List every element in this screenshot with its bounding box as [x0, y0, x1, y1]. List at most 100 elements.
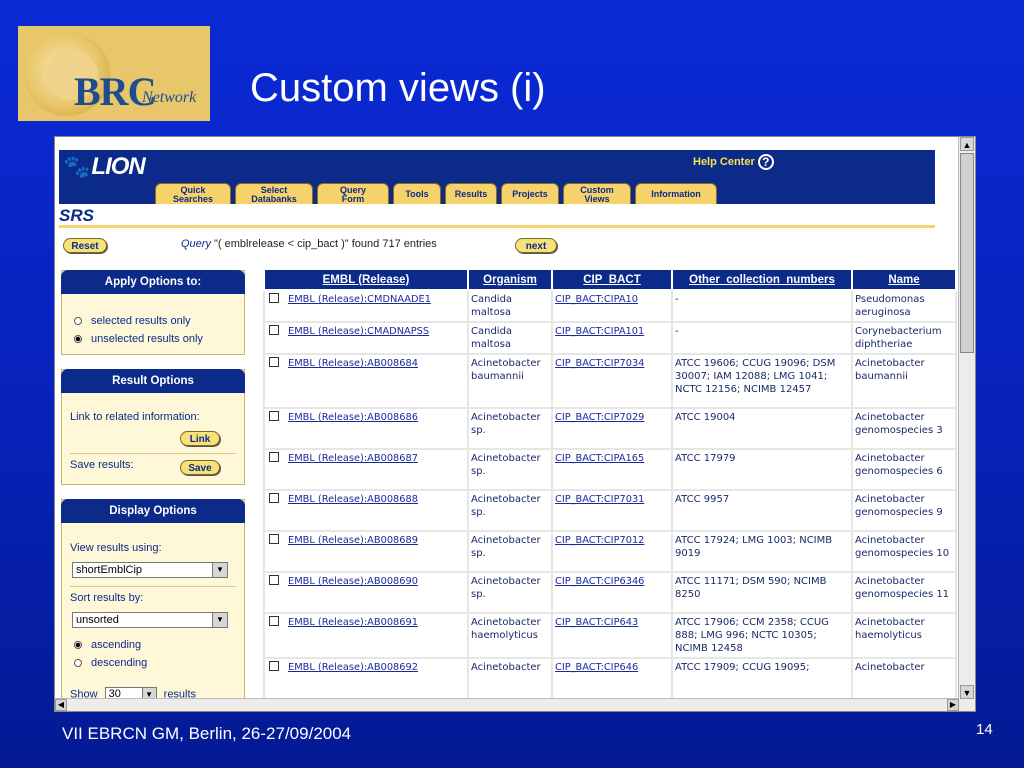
radio-selected-only[interactable]: selected results only	[74, 315, 191, 327]
col-header-embl[interactable]: EMBL (Release)	[263, 268, 469, 291]
name-cell: Acinetobacter haemolyticus	[851, 612, 957, 659]
tab-quick-searches[interactable]: Quick Searches	[155, 183, 231, 204]
cip-bact-link[interactable]: CIP_BACT:CIP7029	[555, 412, 644, 423]
cip-bact-link[interactable]: CIP_BACT:CIP6346	[555, 576, 644, 587]
tab-select-databanks[interactable]: Select Databanks	[235, 183, 313, 204]
other-collection-cell: ATCC 17924; LMG 1003; NCIMB 9019	[671, 530, 853, 573]
tab-information[interactable]: Information	[635, 183, 717, 204]
dropdown-arrow-icon[interactable]: ▼	[212, 563, 227, 577]
embl-cell: EMBL (Release):AB008687	[263, 448, 469, 491]
embl-link[interactable]: EMBL (Release):AB008684	[288, 358, 418, 369]
row-checkbox[interactable]	[269, 661, 279, 671]
scroll-left-icon[interactable]: ◀	[55, 699, 67, 711]
col-header-other-collection[interactable]: Other_collection_numbers	[671, 268, 853, 291]
tab-tools[interactable]: Tools	[393, 183, 441, 204]
radio-ascending[interactable]: ascending	[74, 639, 141, 651]
reset-button[interactable]: Reset	[63, 238, 107, 253]
col-header-name[interactable]: Name	[851, 268, 957, 291]
dropdown-arrow-icon[interactable]: ▼	[212, 613, 227, 627]
radio-checked-icon[interactable]	[74, 641, 82, 650]
row-checkbox[interactable]	[269, 325, 279, 335]
cip-bact-cell: CIP_BACT:CIPA10	[551, 289, 673, 323]
tab-projects[interactable]: Projects	[501, 183, 559, 204]
cip-bact-link[interactable]: CIP_BACT:CIPA10	[555, 294, 638, 305]
tab-results[interactable]: Results	[445, 183, 497, 204]
col-header-organism[interactable]: Organism	[467, 268, 553, 291]
row-checkbox[interactable]	[269, 411, 279, 421]
table-row: EMBL (Release):AB008689 Acinetobacter sp.…	[263, 530, 957, 573]
other-collection-cell: ATCC 19606; CCUG 19096; DSM 30007; IAM 1…	[671, 353, 853, 409]
help-question-icon[interactable]: ?	[757, 154, 774, 170]
cip-bact-cell: CIP_BACT:CIP643	[551, 612, 673, 659]
slide-footer: VII EBRCN GM, Berlin, 26-27/09/2004	[62, 724, 352, 743]
save-button[interactable]: Save	[180, 460, 220, 475]
embl-link[interactable]: EMBL (Release):AB008687	[288, 453, 418, 464]
other-collection-cell: ATCC 17909; CCUG 19095;	[671, 657, 853, 700]
row-checkbox[interactable]	[269, 493, 279, 503]
cip-bact-link[interactable]: CIP_BACT:CIP7034	[555, 358, 644, 369]
lion-header-bar: 🐾LION Help Center? Quick Searches Select D…	[59, 150, 935, 204]
query-summary: Query "( emblrelease < cip_bact )" found…	[181, 238, 437, 250]
scroll-down-icon[interactable]: ▼	[960, 685, 974, 699]
organism-cell: Acinetobacter	[467, 657, 553, 700]
other-collection-cell: ATCC 9957	[671, 489, 853, 532]
scroll-thumb[interactable]	[960, 153, 974, 353]
embl-link[interactable]: EMBL (Release):CMDNAADE1	[288, 294, 431, 305]
radio-checked-icon[interactable]	[74, 335, 82, 344]
cip-bact-cell: CIP_BACT:CIPA165	[551, 448, 673, 491]
cip-bact-link[interactable]: CIP_BACT:CIPA165	[555, 453, 644, 464]
result-options-panel: Result Options Link to related informati…	[61, 369, 245, 485]
other-collection-cell: ATCC 11171; DSM 590; NCIMB 8250	[671, 571, 853, 614]
help-center-link[interactable]: Help Center?	[693, 154, 774, 170]
row-checkbox[interactable]	[269, 575, 279, 585]
table-row: EMBL (Release):AB008688 Acinetobacter sp.…	[263, 489, 957, 532]
organism-cell: Acinetobacter sp.	[467, 530, 553, 573]
name-cell: Acinetobacter baumannii	[851, 353, 957, 409]
cip-bact-link[interactable]: CIP_BACT:CIP643	[555, 617, 638, 628]
embl-link[interactable]: EMBL (Release):CMADNAPSS	[288, 326, 429, 337]
view-results-label: View results using:	[70, 542, 162, 554]
table-row: EMBL (Release):AB008692 Acinetobacter CIP_…	[263, 657, 957, 700]
row-checkbox[interactable]	[269, 534, 279, 544]
vertical-scrollbar[interactable]: ▲ ▼	[958, 137, 975, 711]
col-header-cip-bact[interactable]: CIP_BACT	[551, 268, 673, 291]
row-checkbox[interactable]	[269, 357, 279, 367]
brc-network-logo: BRC Network	[18, 26, 210, 121]
organism-cell: Acinetobacter sp.	[467, 489, 553, 532]
tab-query-form[interactable]: Query Form	[317, 183, 389, 204]
cip-bact-link[interactable]: CIP_BACT:CIP7012	[555, 535, 644, 546]
embl-link[interactable]: EMBL (Release):AB008686	[288, 412, 418, 423]
radio-unselected-only[interactable]: unselected results only	[74, 333, 203, 345]
embl-cell: EMBL (Release):AB008688	[263, 489, 469, 532]
embl-cell: EMBL (Release):AB008691	[263, 612, 469, 659]
embl-link[interactable]: EMBL (Release):AB008692	[288, 662, 418, 673]
sort-results-select[interactable]: unsorted ▼	[72, 612, 228, 628]
view-results-select[interactable]: shortEmblCip ▼	[72, 562, 228, 578]
embl-link[interactable]: EMBL (Release):AB008688	[288, 494, 418, 505]
embl-link[interactable]: EMBL (Release):AB008691	[288, 617, 418, 628]
cip-bact-link[interactable]: CIP_BACT:CIP7031	[555, 494, 644, 505]
table-row: EMBL (Release):CMADNAPSS Candida maltosa C…	[263, 321, 957, 355]
slide-page-number: 14	[976, 721, 993, 738]
table-row: EMBL (Release):CMDNAADE1 Candida maltosa C…	[263, 289, 957, 323]
radio-icon[interactable]	[74, 659, 82, 668]
embl-link[interactable]: EMBL (Release):AB008690	[288, 576, 418, 587]
radio-icon[interactable]	[74, 317, 82, 326]
tab-custom-views[interactable]: Custom Views	[563, 183, 631, 204]
name-cell: Acinetobacter genomospecies 6	[851, 448, 957, 491]
horizontal-scrollbar[interactable]: ◀ ▶	[55, 698, 959, 711]
embl-link[interactable]: EMBL (Release):AB008689	[288, 535, 418, 546]
row-checkbox[interactable]	[269, 452, 279, 462]
cip-bact-link[interactable]: CIP_BACT:CIPA101	[555, 326, 644, 337]
scroll-right-icon[interactable]: ▶	[947, 699, 959, 711]
next-button[interactable]: next	[515, 238, 557, 253]
scroll-up-icon[interactable]: ▲	[960, 137, 974, 151]
link-button[interactable]: Link	[180, 431, 220, 446]
organism-cell: Acinetobacter sp.	[467, 407, 553, 450]
row-checkbox[interactable]	[269, 616, 279, 626]
embl-cell: EMBL (Release):CMADNAPSS	[263, 321, 469, 355]
cip-bact-link[interactable]: CIP_BACT:CIP646	[555, 662, 638, 673]
radio-descending[interactable]: descending	[74, 657, 147, 669]
row-checkbox[interactable]	[269, 293, 279, 303]
embl-cell: EMBL (Release):AB008689	[263, 530, 469, 573]
